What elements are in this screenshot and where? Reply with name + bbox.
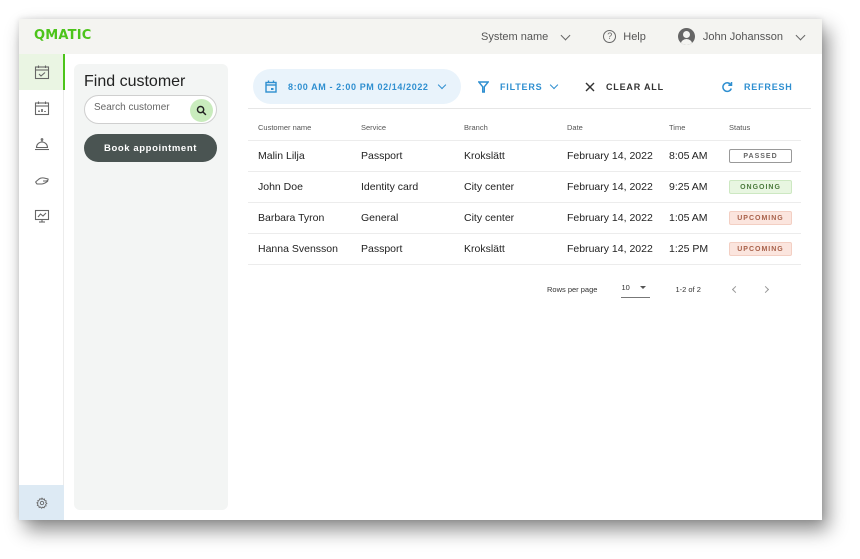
chevron-right-icon xyxy=(762,285,770,293)
cell-customer-name: Hanna Svensson xyxy=(258,243,338,255)
sidebar-item-hand[interactable] xyxy=(19,162,64,198)
column-header-customer-name[interactable]: Customer name xyxy=(248,123,351,132)
find-customer-title: Find customer xyxy=(84,73,186,90)
calendar-stats-icon xyxy=(34,101,49,116)
system-name-label: System name xyxy=(481,30,549,43)
status-badge: UPCOMING xyxy=(729,211,792,226)
clear-all-label: CLEAR ALL xyxy=(606,81,664,92)
cell-date: February 14, 2022 xyxy=(567,181,653,193)
user-menu[interactable]: John Johansson xyxy=(677,28,806,45)
sidebar-item-monitor[interactable] xyxy=(19,198,64,234)
cell-service: Identity card xyxy=(361,181,419,193)
sidebar-settings[interactable] xyxy=(19,485,64,520)
find-customer-panel: Find customer Book appointment xyxy=(74,64,228,510)
cell-customer-name: Barbara Tyron xyxy=(258,212,325,224)
table-row[interactable]: Barbara Tyron General City center Februa… xyxy=(248,203,801,234)
dropdown-arrow-icon xyxy=(640,285,647,289)
cell-service: General xyxy=(361,212,399,224)
cell-service: Passport xyxy=(361,150,403,162)
column-header-branch[interactable]: Branch xyxy=(454,123,557,132)
top-nav: System name ? Help John Johansson xyxy=(481,19,806,54)
column-header-date[interactable]: Date xyxy=(557,123,659,132)
filters-label: FILTERS xyxy=(500,81,543,92)
cell-date: February 14, 2022 xyxy=(567,212,653,224)
status-badge: PASSED xyxy=(729,149,792,164)
user-name: John Johansson xyxy=(702,30,783,43)
table-row[interactable]: John Doe Identity card City center Febru… xyxy=(248,172,801,203)
status-badge: UPCOMING xyxy=(729,242,792,257)
monitor-icon xyxy=(34,209,49,223)
status-badge: ONGOING xyxy=(729,180,792,195)
chevron-down-icon xyxy=(437,80,446,90)
filter-icon xyxy=(478,80,489,93)
cell-time: 1:25 PM xyxy=(669,243,709,255)
help-button[interactable]: ? Help xyxy=(603,30,646,43)
cell-time: 1:05 AM xyxy=(669,212,708,224)
cell-customer-name: Malin Lilja xyxy=(258,150,305,162)
book-appointment-button[interactable]: Book appointment xyxy=(84,134,217,162)
column-header-service[interactable]: Service xyxy=(351,123,454,132)
cell-service: Passport xyxy=(361,243,403,255)
calendar-icon xyxy=(265,80,277,93)
help-label: Help xyxy=(623,30,646,43)
clear-all-button[interactable]: CLEAR ALL xyxy=(585,69,664,104)
table-row[interactable]: Hanna Svensson Passport Krokslätt Februa… xyxy=(248,234,801,265)
service-bell-icon xyxy=(34,138,49,151)
toolbar: 8:00 AM - 2:00 PM 02/14/2022 FILTERS CLE… xyxy=(248,64,811,109)
cell-customer-name: John Doe xyxy=(258,181,303,193)
refresh-button[interactable]: REFRESH xyxy=(721,69,793,104)
previous-page-button[interactable] xyxy=(732,285,740,293)
close-icon xyxy=(585,82,595,91)
search-box xyxy=(84,95,217,124)
sidebar-item-calendar-stats[interactable] xyxy=(19,90,64,126)
chevron-down-icon xyxy=(795,30,806,40)
sidebar-item-appointments[interactable] xyxy=(19,54,65,90)
refresh-icon xyxy=(722,81,733,92)
date-range-label: 8:00 AM - 2:00 PM 02/14/2022 xyxy=(288,81,429,92)
gear-icon xyxy=(35,496,48,509)
avatar-icon xyxy=(677,28,695,45)
cell-date: February 14, 2022 xyxy=(567,243,653,255)
chevron-down-icon xyxy=(550,80,559,90)
cell-branch: Krokslätt xyxy=(464,150,505,162)
search-button[interactable] xyxy=(190,99,213,122)
top-bar: QMATIC System name ? Help John Johansson xyxy=(19,19,822,54)
filters-button[interactable]: FILTERS xyxy=(478,69,559,104)
rows-per-page-label: Rows per page xyxy=(547,284,598,294)
hand-icon xyxy=(34,177,49,185)
table-row[interactable]: Malin Lilja Passport Krokslätt February … xyxy=(248,141,801,172)
cell-date: February 14, 2022 xyxy=(567,150,653,162)
column-header-time[interactable]: Time xyxy=(659,123,723,132)
search-icon xyxy=(196,105,207,116)
page-range: 1-2 of 2 xyxy=(675,284,701,294)
app-window: QMATIC System name ? Help John Johansson xyxy=(19,19,822,520)
cell-branch: Krokslätt xyxy=(464,243,505,255)
help-icon: ? xyxy=(603,30,617,43)
cell-branch: City center xyxy=(464,212,515,224)
date-range-picker[interactable]: 8:00 AM - 2:00 PM 02/14/2022 xyxy=(253,69,461,104)
chevron-left-icon xyxy=(732,285,740,293)
search-input[interactable] xyxy=(94,102,186,113)
table-header: Customer name Service Branch Date Time S… xyxy=(248,114,801,141)
cell-branch: City center xyxy=(464,181,515,193)
chevron-down-icon xyxy=(560,30,571,40)
cell-time: 8:05 AM xyxy=(669,150,708,162)
sidebar-item-service[interactable] xyxy=(19,126,64,162)
calendar-check-icon xyxy=(34,65,49,80)
column-header-status[interactable]: Status xyxy=(723,123,801,132)
rows-per-page-value: 10 xyxy=(621,282,630,292)
system-name-dropdown[interactable]: System name xyxy=(481,30,571,43)
pagination: Rows per page 10 1-2 of 2 xyxy=(547,279,770,299)
rows-per-page-select[interactable]: 10 xyxy=(621,280,651,298)
cell-time: 9:25 AM xyxy=(669,181,708,193)
refresh-label: REFRESH xyxy=(744,81,793,92)
qmatic-logo: QMATIC xyxy=(34,28,92,43)
sidebar xyxy=(19,54,65,520)
next-page-button[interactable] xyxy=(762,285,770,293)
appointments-table: Customer name Service Branch Date Time S… xyxy=(248,114,801,265)
